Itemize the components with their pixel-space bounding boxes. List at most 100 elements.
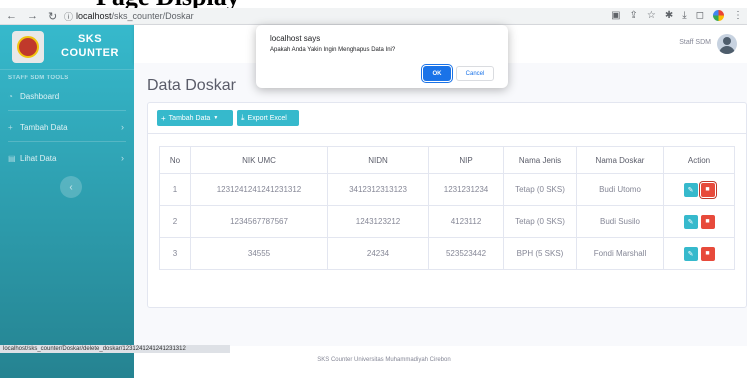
- file-icon: ▤: [8, 153, 16, 163]
- plus-icon: +: [161, 113, 166, 123]
- url-text[interactable]: localhost/sks_counter/Doskar: [76, 11, 194, 21]
- reload-icon[interactable]: ↻: [48, 10, 57, 23]
- footer-text: SKS Counter Universitas Muhammadiyah Cir…: [317, 357, 451, 363]
- action-buttons: ✎ ■: [664, 182, 734, 197]
- chrome-profile-icon[interactable]: [713, 10, 724, 21]
- menu-dots-icon[interactable]: ⋮: [733, 10, 743, 21]
- cell-nik-umc: 1234567787567: [190, 205, 328, 238]
- top-strip: Page Display: [0, 0, 747, 8]
- sidebar-brand[interactable]: SKS COUNTER: [0, 25, 134, 70]
- cancel-button[interactable]: Cancel: [456, 66, 494, 81]
- export-excel-button[interactable]: ⤓ Export Excel: [237, 110, 299, 126]
- column-header[interactable]: NIK UMC: [190, 146, 328, 174]
- column-header[interactable]: NIDN: [327, 146, 429, 174]
- ok-button[interactable]: OK: [423, 66, 451, 81]
- sidebar-divider: [8, 110, 126, 111]
- column-header[interactable]: No: [159, 146, 191, 174]
- forward-icon[interactable]: →: [27, 10, 38, 23]
- chevron-right-icon: ›: [121, 153, 124, 163]
- cell-nik-umc: 34555: [190, 237, 328, 270]
- translate-icon[interactable]: ▣: [611, 10, 620, 21]
- tab-window-icon[interactable]: ◻: [696, 10, 704, 21]
- cell-nidn: 1243123212: [327, 205, 429, 238]
- delete-button[interactable]: ■: [700, 214, 715, 229]
- page-title: Data Doskar: [147, 77, 236, 94]
- brand-line-2: COUNTER: [61, 47, 119, 59]
- browser-actions: ▣ ⇪ ☆ ✱ ⤓ ◻ ⋮: [611, 10, 743, 21]
- export-excel-label: Export Excel: [247, 114, 287, 122]
- dashboard-icon: ◔: [8, 91, 13, 101]
- bookmark-star-icon[interactable]: ☆: [647, 10, 656, 21]
- pencil-icon: ✎: [687, 218, 694, 226]
- column-header[interactable]: Nama Jenis: [503, 146, 577, 174]
- column-header[interactable]: NIP: [428, 146, 504, 174]
- action-buttons: ✎ ■: [664, 214, 734, 229]
- chevron-left-icon: ‹: [69, 181, 73, 193]
- cell-nama-jenis: BPH (5 SKS): [503, 237, 577, 270]
- browser-toolbar: ← → ↻ ⓘ localhost/sks_counter/Doskar ▣ ⇪…: [0, 8, 747, 25]
- cell-action: ✎ ■: [663, 237, 735, 270]
- page-heading: Page Display: [96, 0, 240, 8]
- card-header-divider: [148, 133, 746, 134]
- university-seal-icon: [17, 36, 39, 58]
- back-icon[interactable]: ←: [6, 10, 17, 23]
- info-icon[interactable]: ⓘ: [64, 10, 73, 23]
- sidebar: SKS COUNTER STAFF SDM TOOLS ◔ Dashboard …: [0, 25, 134, 378]
- cell-nama-doskar: Budi Susilo: [576, 205, 664, 238]
- cell-nidn: 24234: [327, 237, 429, 270]
- trash-icon: ■: [705, 218, 710, 225]
- sidebar-item-lihat-data[interactable]: ▤ Lihat Data ›: [8, 150, 128, 166]
- brand-text: SKS COUNTER: [52, 32, 128, 60]
- brand-logo: [12, 31, 44, 63]
- data-card: + Tambah Data ▼ ⤓ Export Excel No NIK UM…: [147, 102, 747, 308]
- download-icon: ⤓: [241, 113, 245, 122]
- sidebar-item-label: Lihat Data: [20, 153, 57, 163]
- sidebar-item-dashboard[interactable]: ◔ Dashboard: [8, 88, 128, 104]
- avatar[interactable]: [717, 34, 737, 54]
- cell-action: ✎ ■: [663, 173, 735, 206]
- plus-icon: +: [8, 122, 13, 132]
- sidebar-toggle-button[interactable]: ‹: [60, 176, 82, 198]
- edit-button[interactable]: ✎: [683, 182, 698, 197]
- delete-button[interactable]: ■: [700, 246, 715, 261]
- tambah-data-label: Tambah Data: [168, 114, 211, 122]
- edit-button[interactable]: ✎: [683, 246, 698, 261]
- share-icon[interactable]: ⇪: [630, 10, 638, 21]
- table-row: 3 34555 24234 523523442 BPH (5 SKS) Fond…: [159, 237, 735, 270]
- url-host: localhost: [76, 11, 112, 21]
- caret-down-icon: ▼: [213, 115, 219, 121]
- nav-buttons: ← → ↻: [6, 10, 57, 23]
- dialog-message: Apakah Anda Yakin Ingin Menghapus Data I…: [270, 47, 396, 53]
- cell-nip: 1231231234: [428, 173, 504, 206]
- pencil-icon: ✎: [687, 250, 694, 258]
- trash-icon: ■: [705, 250, 710, 257]
- cell-nama-doskar: Budi Utomo: [576, 173, 664, 206]
- cell-nama-jenis: Tetap (0 SKS): [503, 205, 577, 238]
- user-name[interactable]: Staff SDM: [679, 39, 711, 46]
- sidebar-item-label: Tambah Data: [20, 122, 68, 132]
- column-header[interactable]: Action: [663, 146, 735, 174]
- extensions-icon[interactable]: ✱: [665, 10, 673, 21]
- confirm-dialog: localhost says Apakah Anda Yakin Ingin M…: [256, 25, 508, 88]
- edit-button[interactable]: ✎: [683, 214, 698, 229]
- cell-no: 2: [159, 205, 191, 238]
- address-bar[interactable]: ⓘ localhost/sks_counter/Doskar: [64, 10, 194, 22]
- sidebar-divider: [8, 141, 126, 142]
- chevron-right-icon: ›: [121, 122, 124, 132]
- url-path: /sks_counter/Doskar: [111, 11, 194, 21]
- trash-icon: ■: [705, 186, 710, 193]
- action-buttons: ✎ ■: [664, 246, 734, 261]
- cell-nip: 523523442: [428, 237, 504, 270]
- tambah-data-button[interactable]: + Tambah Data ▼: [157, 110, 233, 126]
- doskar-table: No NIK UMC NIDN NIP Nama Jenis Nama Dosk…: [159, 146, 735, 270]
- cell-nip: 4123112: [428, 205, 504, 238]
- cell-nik-umc: 1231241241241231312: [190, 173, 328, 206]
- cell-nama-jenis: Tetap (0 SKS): [503, 173, 577, 206]
- column-header[interactable]: Nama Doskar: [576, 146, 664, 174]
- brand-line-1: SKS: [77, 33, 103, 45]
- cell-no: 1: [159, 173, 191, 206]
- delete-button[interactable]: ■: [700, 182, 715, 197]
- sidebar-item-tambah-data[interactable]: + Tambah Data ›: [8, 119, 128, 135]
- download-icon[interactable]: ⤓: [682, 10, 686, 21]
- table-row: 1 1231241241241231312 3412312313123 1231…: [159, 173, 735, 206]
